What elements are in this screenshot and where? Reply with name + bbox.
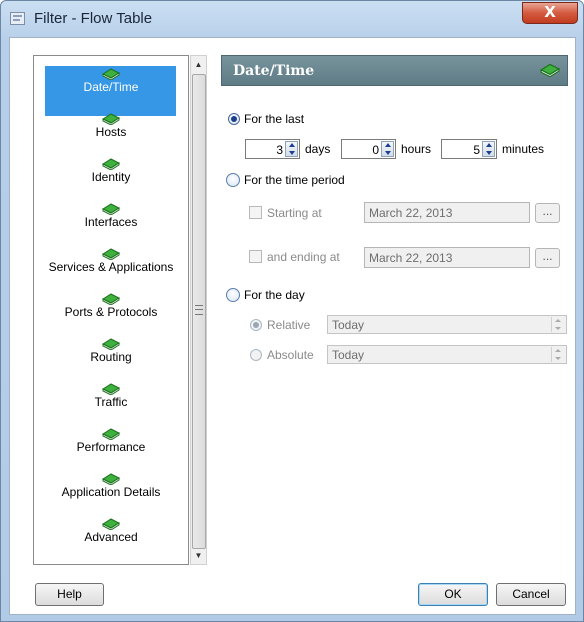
cancel-button[interactable]: Cancel — [496, 583, 566, 606]
relative-radio[interactable] — [250, 319, 262, 331]
minutes-label: minutes — [502, 142, 545, 156]
green-book-icon — [540, 63, 560, 77]
nav-item-label: Identity — [91, 170, 131, 184]
green-book-icon — [102, 248, 120, 260]
for-the-day-radio[interactable] — [226, 288, 240, 302]
title-bar[interactable]: Filter - Flow Table X — [1, 1, 583, 37]
help-button[interactable]: Help — [35, 583, 104, 606]
nav-item-label: Advanced — [84, 530, 138, 544]
absolute-radio[interactable] — [250, 349, 262, 361]
spin-arrows-icon[interactable] — [482, 141, 495, 157]
nav-item-performance[interactable]: Performance — [34, 428, 188, 454]
nav-item-label: Hosts — [95, 125, 127, 139]
for-the-last-radio[interactable] — [228, 113, 240, 125]
days-stepper[interactable]: 3 — [245, 139, 300, 159]
spin-arrows-icon[interactable] — [381, 141, 394, 157]
hours-stepper[interactable]: 0 — [341, 139, 396, 159]
green-book-icon — [102, 68, 120, 80]
green-book-icon — [102, 518, 120, 530]
green-book-icon — [102, 203, 120, 215]
nav-item-label: Date/Time — [83, 80, 139, 94]
nav-item-hosts[interactable]: Hosts — [34, 113, 188, 139]
nav-item-label: Routing — [90, 350, 132, 364]
hours-label: hours — [401, 142, 432, 156]
nav-item-routing[interactable]: Routing — [34, 338, 188, 364]
nav-item-traffic[interactable]: Traffic — [34, 383, 188, 409]
nav-item-date-time[interactable]: Date/Time — [34, 66, 188, 116]
absolute-select-value: Today — [332, 348, 365, 362]
green-book-icon — [102, 428, 120, 440]
ending-at-browse-button[interactable]: ... — [535, 248, 560, 268]
window-icon — [10, 12, 25, 25]
nav-item-label: Interfaces — [84, 215, 138, 229]
green-book-icon — [102, 293, 120, 305]
nav-item-identity[interactable]: Identity — [34, 158, 188, 184]
green-book-icon — [102, 338, 120, 350]
ending-at-label: and ending at — [267, 250, 340, 264]
days-value: 3 — [276, 143, 283, 157]
nav-item-label: Performance — [76, 440, 146, 454]
minutes-value: 5 — [473, 143, 480, 157]
scrollbar-thumb[interactable] — [192, 74, 206, 549]
absolute-label: Absolute — [267, 348, 314, 362]
for-the-time-period-label: For the time period — [244, 173, 345, 187]
nav-item-interfaces[interactable]: Interfaces — [34, 203, 188, 229]
grip-icon — [195, 305, 203, 315]
close-button[interactable]: X — [522, 2, 578, 24]
nav-item-label: Application Details — [61, 485, 161, 499]
for-the-last-label: For the last — [244, 112, 305, 126]
green-book-icon — [102, 113, 120, 125]
ok-button[interactable]: OK — [418, 583, 488, 606]
nav-item-label: Ports & Protocols — [64, 305, 158, 319]
spin-arrows-icon[interactable] — [551, 317, 565, 332]
relative-select[interactable]: Today — [327, 315, 567, 334]
nav-item-advanced[interactable]: Advanced — [34, 518, 188, 544]
starting-at-browse-button[interactable]: ... — [535, 203, 560, 223]
for-the-time-period-radio[interactable] — [226, 173, 240, 187]
absolute-select[interactable]: Today — [327, 345, 567, 364]
panel-title: Date/Time — [233, 63, 315, 79]
days-label: days — [305, 142, 331, 156]
nav-item-ports-protocols[interactable]: Ports & Protocols — [34, 293, 188, 319]
nav-item-application-details[interactable]: Application Details — [34, 473, 188, 499]
starting-at-date-field[interactable]: March 22, 2013 — [364, 202, 530, 223]
spin-arrows-icon[interactable] — [551, 347, 565, 362]
hours-value: 0 — [372, 143, 379, 157]
nav-item-services-applications[interactable]: Services & Applications — [34, 248, 188, 274]
starting-at-label: Starting at — [267, 206, 322, 220]
panel-header: Date/Time — [221, 55, 568, 86]
starting-at-checkbox[interactable] — [249, 206, 262, 219]
category-list-scrollbar[interactable]: ▲ ▼ — [190, 55, 207, 565]
window-title: Filter - Flow Table — [34, 10, 153, 27]
spin-arrows-icon[interactable] — [285, 141, 298, 157]
scroll-up-arrow-icon[interactable]: ▲ — [191, 56, 206, 73]
scroll-down-arrow-icon[interactable]: ▼ — [191, 547, 206, 564]
nav-item-label: Traffic — [94, 395, 128, 409]
relative-select-value: Today — [332, 318, 365, 332]
category-list: Date/Time Hosts Identity Interfaces Serv… — [33, 55, 189, 565]
green-book-icon — [102, 383, 120, 395]
green-book-icon — [102, 158, 120, 170]
ending-at-date-field[interactable]: March 22, 2013 — [364, 247, 530, 268]
ending-at-checkbox[interactable] — [249, 250, 262, 263]
for-the-day-label: For the day — [244, 288, 305, 302]
relative-label: Relative — [267, 318, 311, 332]
green-book-icon — [102, 473, 120, 485]
minutes-stepper[interactable]: 5 — [441, 139, 497, 159]
nav-item-label: Services & Applications — [48, 260, 174, 274]
